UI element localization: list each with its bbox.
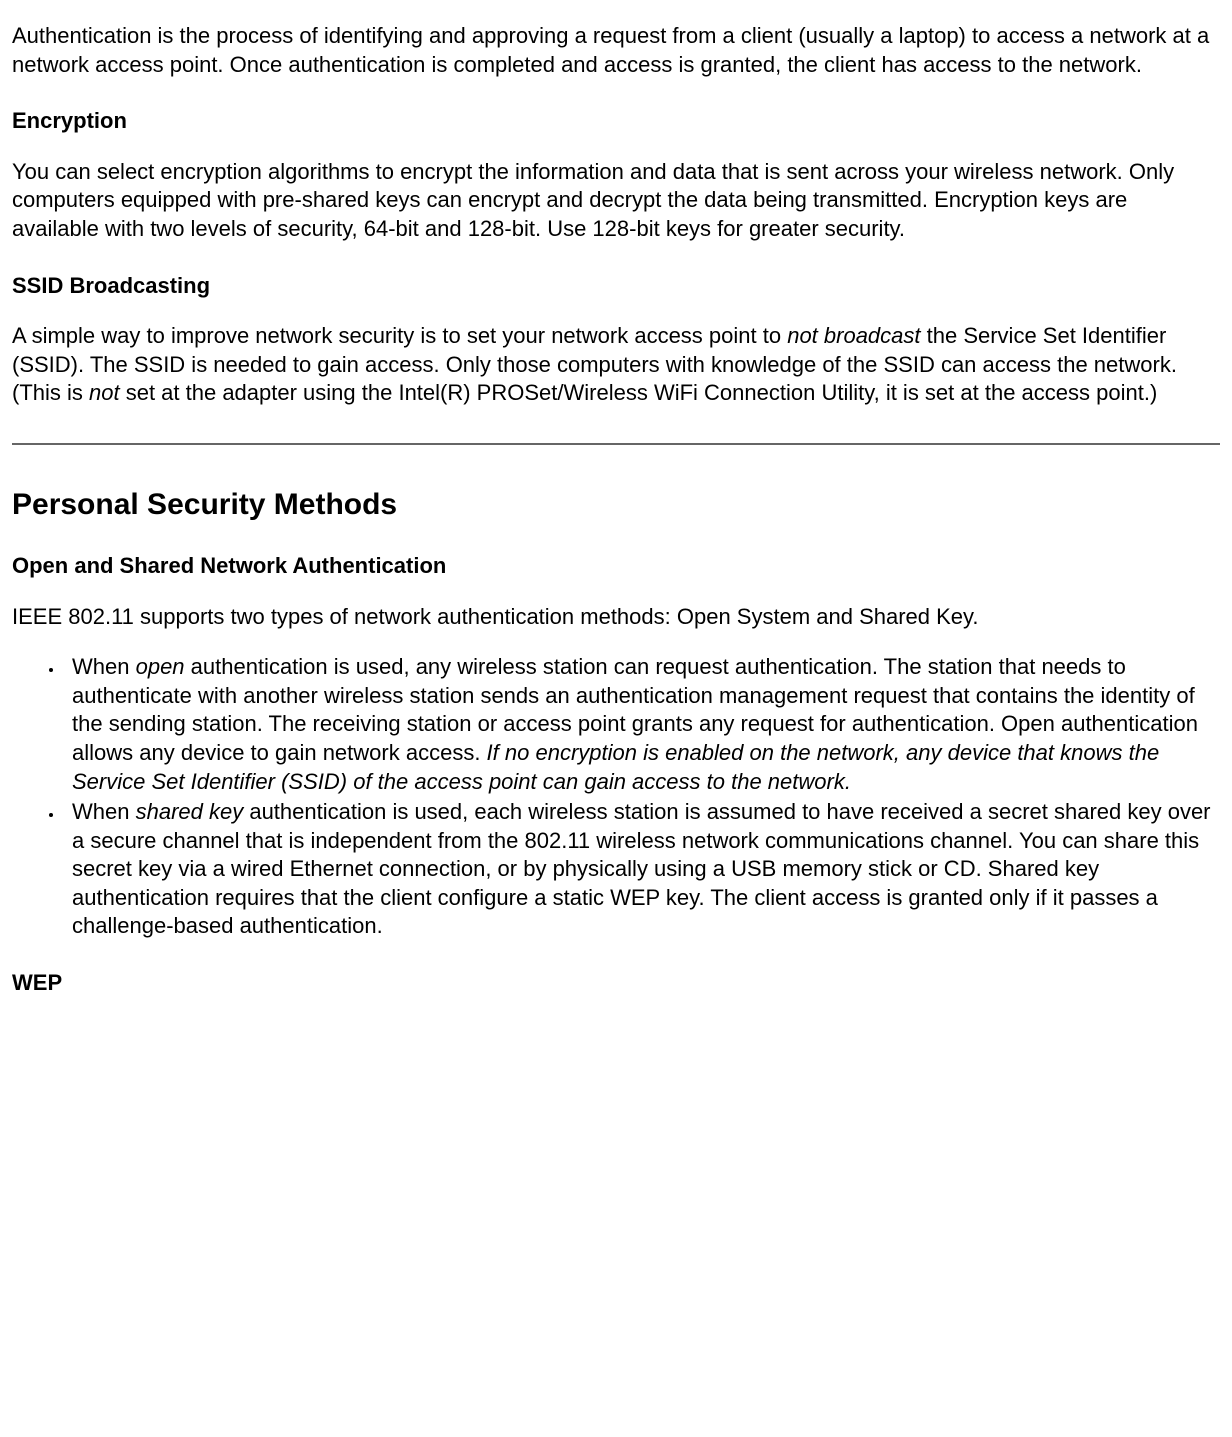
italic-text: shared key [136, 799, 244, 824]
wep-heading: WEP [12, 969, 1220, 998]
ssid-broadcasting-paragraph: A simple way to improve network security… [12, 322, 1220, 408]
list-item: When shared key authentication is used, … [64, 798, 1220, 941]
section-divider [12, 443, 1220, 445]
personal-security-methods-heading: Personal Security Methods [12, 485, 1220, 524]
text-fragment: When [72, 654, 136, 679]
encryption-heading: Encryption [12, 107, 1220, 136]
ieee-intro-paragraph: IEEE 802.11 supports two types of networ… [12, 603, 1220, 632]
authentication-types-list: When open authentication is used, any wi… [12, 653, 1220, 941]
italic-text: not [89, 380, 120, 405]
list-item: When open authentication is used, any wi… [64, 653, 1220, 796]
italic-text: open [136, 654, 185, 679]
text-fragment: When [72, 799, 136, 824]
ssid-broadcasting-heading: SSID Broadcasting [12, 272, 1220, 301]
open-shared-auth-heading: Open and Shared Network Authentication [12, 552, 1220, 581]
encryption-paragraph: You can select encryption algorithms to … [12, 158, 1220, 244]
text-fragment: authentication is used, each wireless st… [72, 799, 1211, 938]
italic-text: not broadcast [787, 323, 920, 348]
authentication-paragraph: Authentication is the process of identif… [12, 22, 1220, 79]
text-fragment: A simple way to improve network security… [12, 323, 787, 348]
text-fragment: set at the adapter using the Intel(R) PR… [120, 380, 1158, 405]
